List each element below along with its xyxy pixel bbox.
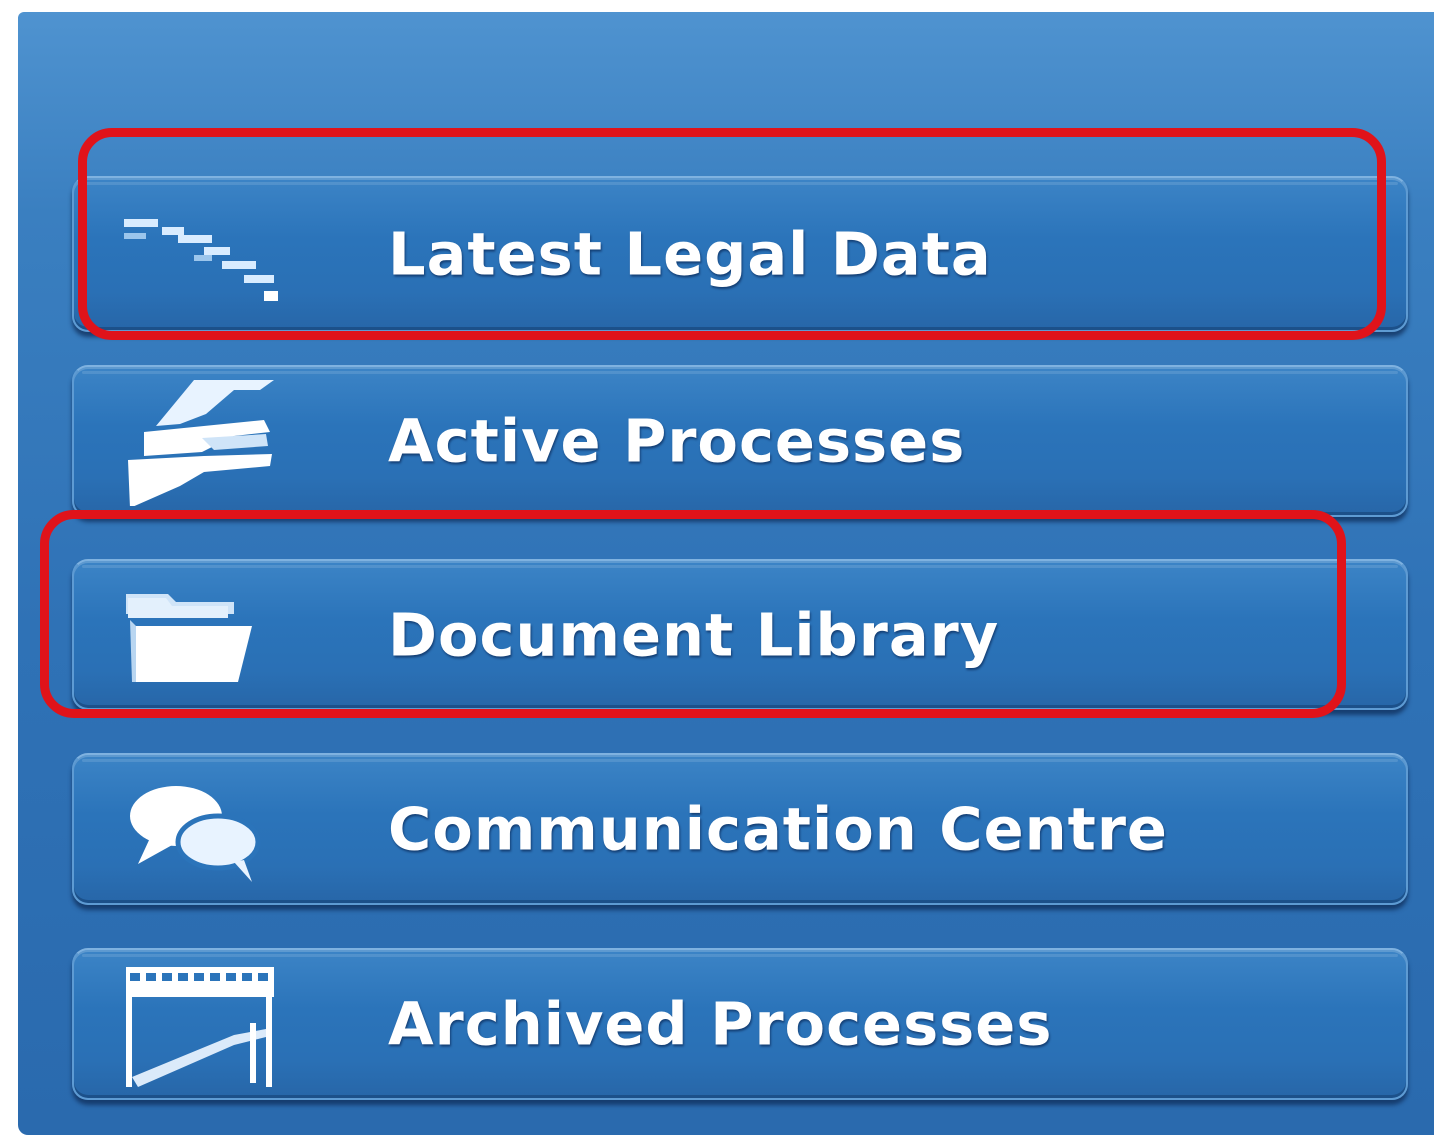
menu-item-archived-processes[interactable]: Archived Processes [72,948,1408,1100]
menu-item-label: Document Library [388,600,1000,669]
archive-calendar-icon [84,959,284,1089]
menu-item-latest-legal-data[interactable]: Latest Legal Data [72,176,1408,332]
menu-item-label: Latest Legal Data [388,219,992,289]
active-processes-icon [84,376,284,506]
menu-item-communication-centre[interactable]: Communication Centre [72,753,1408,905]
menu-item-label: Communication Centre [388,794,1168,864]
chat-bubbles-icon [84,764,284,894]
menu-item-active-processes[interactable]: Active Processes [72,365,1408,517]
menu-item-label: Active Processes [388,406,966,476]
menu-item-label: Archived Processes [388,989,1053,1059]
menu-item-document-library[interactable]: Document Library [72,559,1408,710]
navigation-panel: Latest Legal Data Active Processes Docum… [18,12,1434,1135]
legal-data-icon [84,189,284,319]
folder-icon [84,570,284,700]
